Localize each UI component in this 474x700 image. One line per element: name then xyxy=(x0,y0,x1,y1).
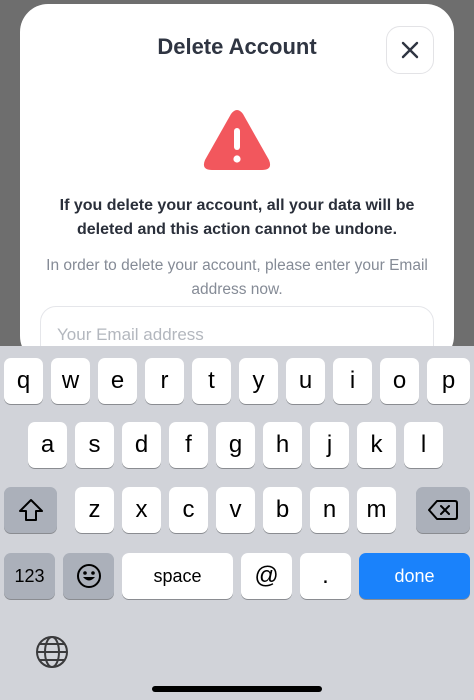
backspace-icon xyxy=(428,500,458,520)
key-r[interactable]: r xyxy=(145,358,184,404)
key-o[interactable]: o xyxy=(380,358,419,404)
dot-key[interactable]: . xyxy=(300,553,351,599)
key-p[interactable]: p xyxy=(427,358,470,404)
key-i[interactable]: i xyxy=(333,358,372,404)
done-button[interactable]: done xyxy=(359,553,470,599)
key-z[interactable]: z xyxy=(75,487,114,533)
key-k[interactable]: k xyxy=(357,422,396,468)
home-indicator xyxy=(152,686,322,692)
shift-key[interactable] xyxy=(4,487,57,533)
instruction-text: In order to delete your account, please … xyxy=(46,257,428,298)
close-button[interactable] xyxy=(386,26,434,74)
key-c[interactable]: c xyxy=(169,487,208,533)
delete-account-modal: Delete Account If you delete your accoun… xyxy=(20,4,454,376)
key-t[interactable]: t xyxy=(192,358,231,404)
key-n[interactable]: n xyxy=(310,487,349,533)
warning-triangle-icon xyxy=(203,110,271,170)
key-f[interactable]: f xyxy=(169,422,208,468)
at-key[interactable]: @ xyxy=(241,553,292,599)
key-e[interactable]: e xyxy=(98,358,137,404)
key-s[interactable]: s xyxy=(75,422,114,468)
emoji-icon xyxy=(76,564,101,588)
shift-icon xyxy=(18,499,43,521)
key-m[interactable]: m xyxy=(357,487,396,533)
key-l[interactable]: l xyxy=(404,422,443,468)
key-g[interactable]: g xyxy=(216,422,255,468)
close-icon xyxy=(401,41,419,59)
key-d[interactable]: d xyxy=(122,422,161,468)
numbers-key[interactable]: 123 xyxy=(4,553,55,599)
key-y[interactable]: y xyxy=(239,358,278,404)
globe-icon[interactable] xyxy=(34,634,70,670)
backspace-key[interactable] xyxy=(416,487,470,533)
key-x[interactable]: x xyxy=(122,487,161,533)
key-q[interactable]: q xyxy=(4,358,43,404)
key-u[interactable]: u xyxy=(286,358,325,404)
key-j[interactable]: j xyxy=(310,422,349,468)
space-key[interactable]: space xyxy=(122,553,233,599)
key-b[interactable]: b xyxy=(263,487,302,533)
key-v[interactable]: v xyxy=(216,487,255,533)
key-a[interactable]: a xyxy=(28,422,67,468)
key-w[interactable]: w xyxy=(51,358,90,404)
key-h[interactable]: h xyxy=(263,422,302,468)
warning-message: If you delete your account, all your dat… xyxy=(59,197,415,238)
emoji-key[interactable] xyxy=(63,553,114,599)
on-screen-keyboard: q w e r t y u i o p a s d f g h j k l z … xyxy=(0,346,474,700)
